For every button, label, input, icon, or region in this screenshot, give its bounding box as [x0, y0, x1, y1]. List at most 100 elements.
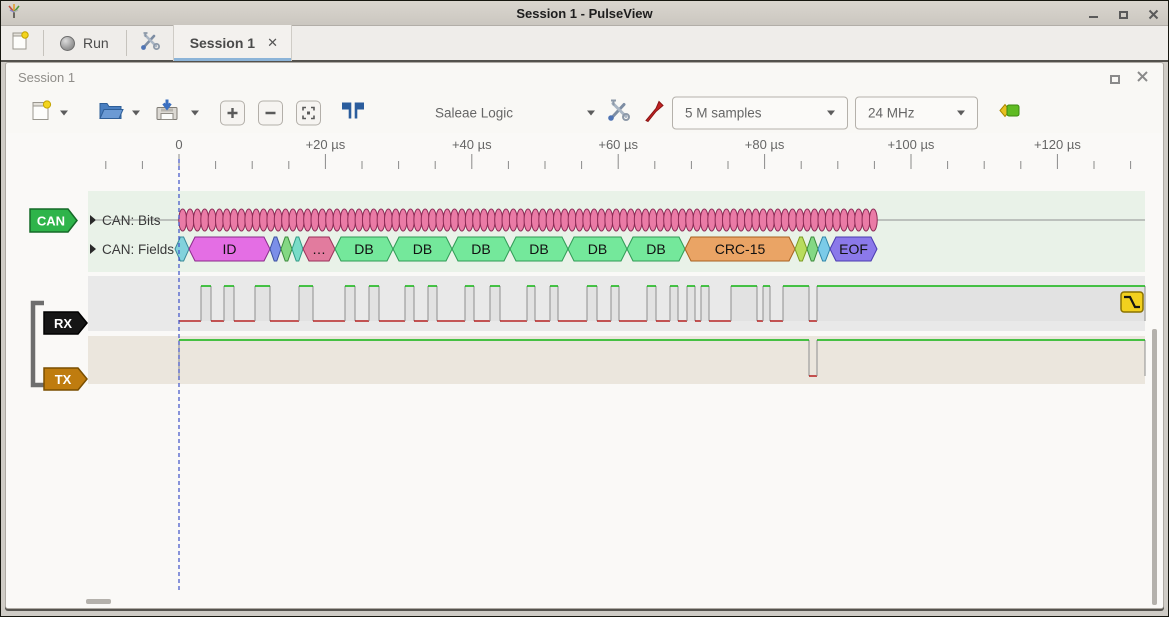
new-file-button[interactable]	[30, 99, 52, 128]
rx-signal-pulse-fill	[255, 286, 270, 321]
can-bit-annotation	[326, 209, 334, 231]
can-bit-annotation	[693, 209, 701, 231]
rx-signal-pulse-fill	[731, 286, 757, 321]
ruler-label: +20 µs	[306, 137, 346, 152]
toolbar-separator	[43, 30, 44, 56]
can-bit-annotation	[561, 209, 569, 231]
field-label: CRC-15	[715, 241, 766, 257]
session-close-icon[interactable]	[1136, 70, 1149, 88]
can-bit-annotation	[407, 209, 415, 231]
can-bit-annotation	[847, 209, 855, 231]
can-bit-annotation	[304, 209, 312, 231]
can-bit-annotation	[458, 209, 466, 231]
can-bit-annotation	[686, 209, 694, 231]
can-bit-annotation	[539, 209, 547, 231]
tab-active-indicator	[174, 58, 291, 61]
can-bit-annotation	[796, 209, 804, 231]
device-name: Saleae Logic	[435, 106, 513, 121]
rx-signal-pulse-fill	[701, 286, 709, 321]
vertical-scrollbar-handle[interactable]	[1152, 329, 1157, 605]
can-bit-annotation	[730, 209, 738, 231]
can-bit-annotation	[186, 209, 194, 231]
titlebar[interactable]: Session 1 - PulseView	[1, 1, 1168, 26]
can-bit-annotation	[385, 209, 393, 231]
rx-signal-pulse-fill	[345, 286, 355, 321]
new-file-dropdown-arrow[interactable]	[60, 111, 68, 116]
can-bit-annotation	[340, 209, 348, 231]
trace-view[interactable]: 0+20 µs+40 µs+60 µs+80 µs+100 µs+120 µsI…	[6, 133, 1163, 608]
rx-signal-pulse-fill	[527, 286, 535, 321]
trace-canvas[interactable]: 0+20 µs+40 µs+60 µs+80 µs+100 µs+120 µsI…	[6, 133, 1161, 608]
rx-signal-pulse-fill	[490, 286, 500, 321]
can-bit-annotation	[318, 209, 326, 231]
zoom-fit-button[interactable]	[296, 101, 321, 126]
rx-signal-pulse-fill	[428, 286, 437, 321]
save-button[interactable]	[154, 99, 180, 128]
tab-session-1[interactable]: Session 1 ✕	[173, 25, 292, 61]
session-maximize-icon[interactable]	[1110, 75, 1120, 84]
zoom-out-button[interactable]	[258, 101, 283, 126]
rx-signal-pulse-fill	[783, 286, 809, 321]
trace-tag-label: RX	[54, 316, 72, 331]
settings-icon[interactable]	[139, 31, 161, 56]
tx-row-background[interactable]	[88, 336, 1145, 384]
rx-signal-pulse-fill	[763, 286, 770, 321]
run-button[interactable]: Run	[56, 33, 113, 53]
open-file-button[interactable]	[98, 100, 124, 127]
close-button[interactable]	[1146, 8, 1160, 20]
can-bit-annotation	[296, 209, 304, 231]
ruler-label: +40 µs	[452, 137, 492, 152]
maximize-button[interactable]	[1116, 8, 1130, 20]
minimize-button[interactable]	[1086, 8, 1100, 20]
can-bit-annotation	[414, 209, 422, 231]
run-state-icon	[60, 36, 75, 51]
flag-markers-icon[interactable]	[340, 101, 366, 126]
can-bit-annotation	[590, 209, 598, 231]
can-bit-annotation	[517, 209, 525, 231]
can-bit-annotation	[789, 209, 797, 231]
can-bit-annotation	[216, 209, 224, 231]
sample-count-combobox[interactable]: 5 M samples	[672, 97, 848, 130]
can-bit-annotation	[664, 209, 672, 231]
can-bit-annotation	[377, 209, 385, 231]
tab-label: Session 1	[190, 35, 255, 51]
sample-rate-combobox[interactable]: 24 MHz	[855, 97, 978, 130]
new-session-icon[interactable]	[10, 30, 30, 57]
field-label: DB	[471, 241, 490, 257]
open-file-dropdown-arrow[interactable]	[132, 111, 140, 116]
can-bit-annotation	[509, 209, 517, 231]
device-selector[interactable]: Saleae Logic	[435, 106, 595, 121]
rx-signal-pulse-fill	[611, 286, 619, 321]
can-bit-annotation	[737, 209, 745, 231]
can-bit-annotation	[745, 209, 753, 231]
session-toolbar: Saleae Logic	[6, 93, 1163, 133]
can-bit-annotation	[576, 209, 584, 231]
session-window-title: Session 1	[18, 70, 75, 85]
can-bit-annotation	[825, 209, 833, 231]
can-bit-annotation	[700, 209, 708, 231]
can-bit-annotation	[855, 209, 863, 231]
toolbar-separator	[126, 30, 127, 56]
field-label: DB	[646, 241, 665, 257]
save-dropdown-arrow[interactable]	[191, 111, 199, 116]
can-bit-annotation	[627, 209, 635, 231]
trace-tag-label: CAN	[37, 214, 65, 229]
decoder-row-label: CAN: Fields	[102, 242, 174, 257]
session-window: Session 1	[5, 62, 1164, 609]
horizontal-scrollbar-handle[interactable]	[86, 599, 111, 604]
device-config-icon[interactable]	[606, 99, 632, 128]
can-bit-annotation	[818, 209, 826, 231]
rx-signal-pulse-fill	[670, 286, 678, 321]
can-bit-annotation	[531, 209, 539, 231]
can-bit-annotation	[193, 209, 201, 231]
session-window-header[interactable]: Session 1	[6, 63, 1163, 93]
zoom-in-button[interactable]	[220, 101, 245, 126]
can-bit-annotation	[179, 209, 187, 231]
add-decoder-icon[interactable]	[998, 102, 1022, 125]
tab-close-icon[interactable]: ✕	[267, 35, 278, 51]
channels-probe-icon[interactable]	[644, 99, 666, 128]
can-bit-annotation	[598, 209, 606, 231]
can-bit-annotation	[715, 209, 723, 231]
channel-group-bracket[interactable]	[33, 303, 44, 385]
can-bit-annotation	[230, 209, 238, 231]
